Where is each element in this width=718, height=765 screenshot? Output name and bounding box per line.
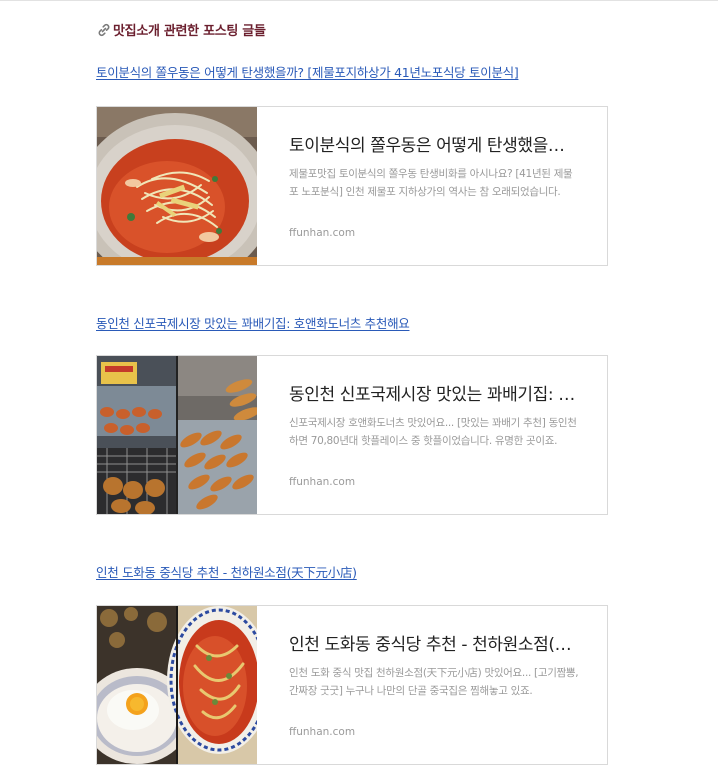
card-description: 인천 도화 중식 맛집 천하원소점(天下元小店) 맛있어요... [고기짬뽕,간… (289, 667, 579, 697)
udon-noodle-bowl-image (97, 107, 257, 265)
chinese-food-plates-image (97, 606, 257, 764)
section-heading: 맛집소개 관련한 포스팅 글들 (96, 20, 266, 39)
post-link-1[interactable]: 토이분식의 쫄우동은 어떻게 탄생했을까? [제물포지하상가 41년노포식당 토… (96, 62, 519, 81)
card-domain: ffunhan.com (289, 476, 356, 488)
top-divider (0, 0, 718, 1)
post-link-3[interactable]: 인천 도화동 중식당 추천 - 천하원소점(天下元小店) (96, 562, 357, 581)
link-preview-card-3[interactable]: 인천 도화동 중식당 추천 - 천하원소점(天下元小店) 인천 도화 중식 맛집… (96, 605, 608, 765)
donut-shop-trays-image (97, 356, 257, 514)
card-domain: ffunhan.com (289, 227, 356, 239)
card-domain: ffunhan.com (289, 726, 356, 738)
section-title: 맛집소개 관련한 포스팅 글들 (113, 24, 266, 39)
card-title: 인천 도화동 중식당 추천 - 천하원소점(天下元小店) (289, 635, 579, 655)
card-description: 제물포맛집 토이분식의 쫄우동 탄생비화를 아시나요? [41년된 제물포 노포… (289, 168, 573, 198)
card-description: 신포국제시장 호앤화도너츠 맛있어요... [맛있는 꽈배기 추천] 동인천 하… (289, 417, 577, 447)
link-preview-card-1[interactable]: 토이분식의 쫄우동은 어떻게 탄생했을까? [제물포지하상가 41년노포식당 토… (96, 106, 608, 266)
card-title: 토이분식의 쫄우동은 어떻게 탄생했을까? [제물포지하상가 41년노포식당 토… (289, 136, 579, 156)
card-title: 동인천 신포국제시장 맛있는 꽈배기집: 호앤화도너츠 추천해요 (289, 385, 579, 405)
link-preview-card-2[interactable]: 동인천 신포국제시장 맛있는 꽈배기집: 호앤화도너츠 추천해요 신포국제시장 … (96, 355, 608, 515)
link-icon (96, 22, 112, 38)
post-link-2[interactable]: 동인천 신포국제시장 맛있는 꽈배기집: 호앤화도너츠 추천해요 (96, 313, 410, 332)
